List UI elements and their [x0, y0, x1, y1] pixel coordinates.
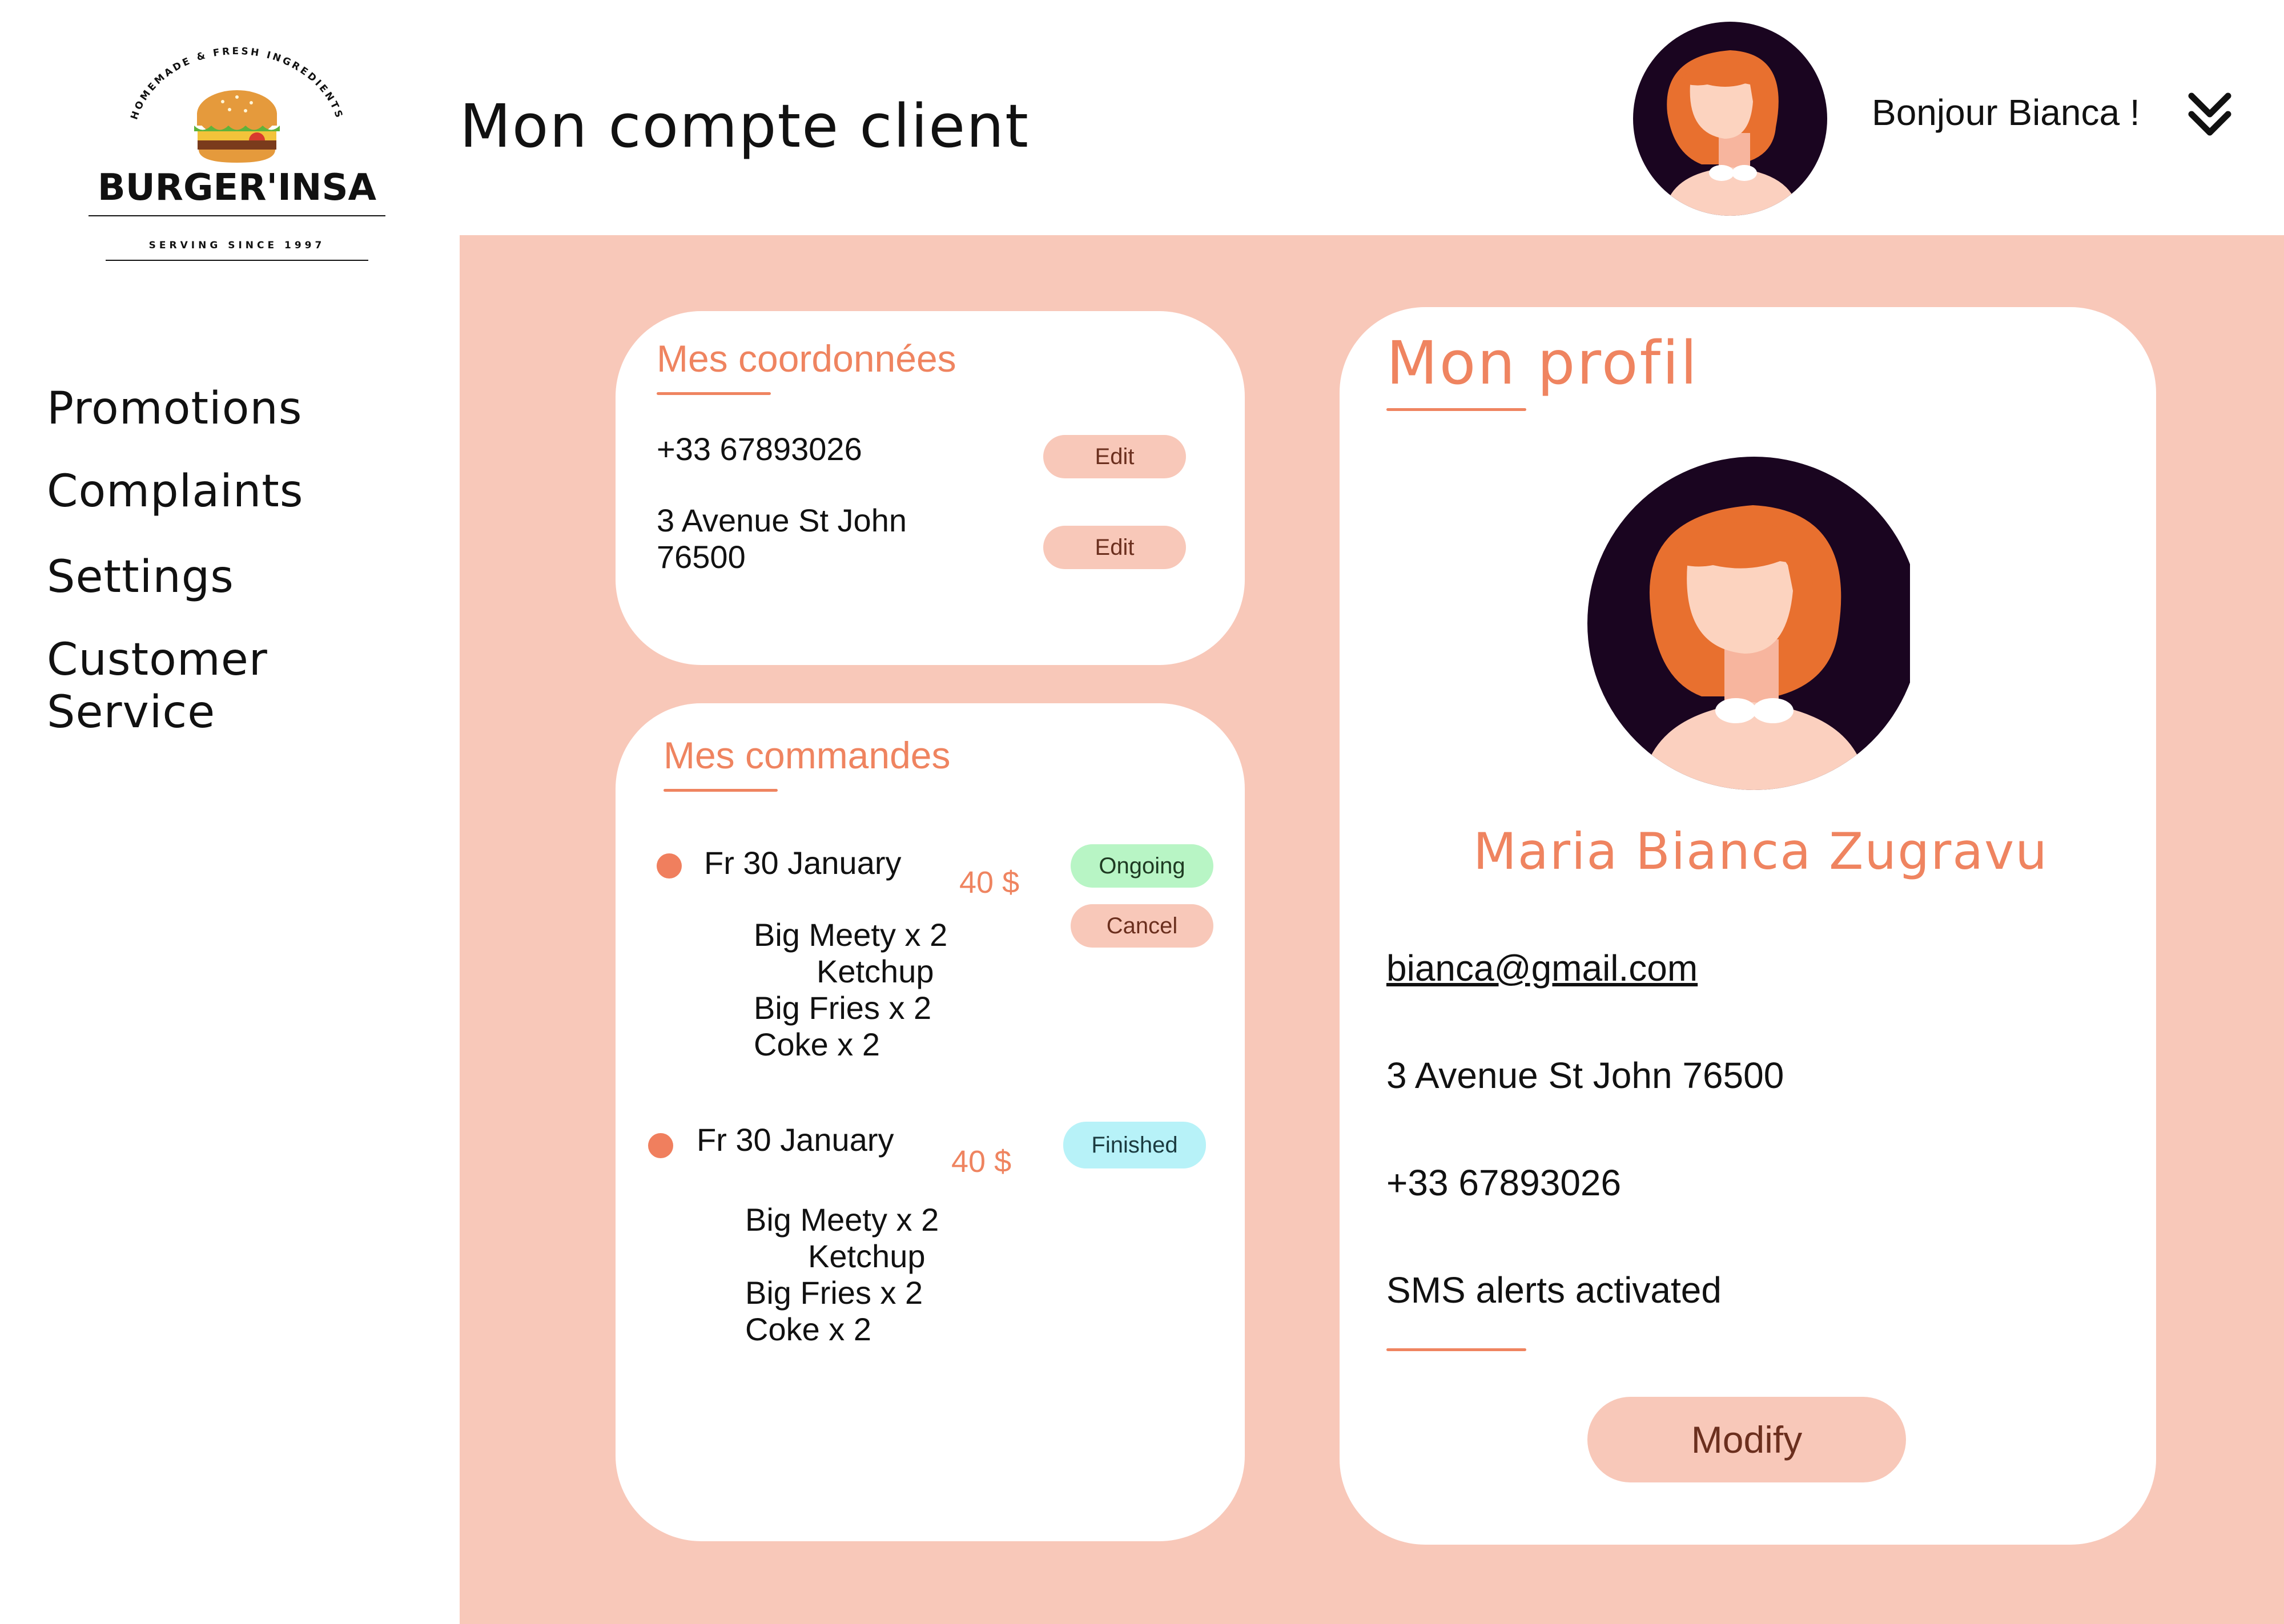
- status-badge: Finished: [1063, 1122, 1206, 1168]
- title-underline: [664, 789, 778, 792]
- order-date: Fr 30 January: [697, 1122, 894, 1158]
- status-dot-icon: [648, 1133, 673, 1158]
- address-line1: 3 Avenue St John: [657, 502, 907, 538]
- user-greeting: Bonjour Bianca !: [1872, 92, 2140, 133]
- orders-title: Mes commandes: [664, 734, 951, 776]
- profile-title: Mon profil: [1386, 328, 1699, 398]
- brand-logo[interactable]: HOMEMADE & FRESH INGREDIENTS BURGER'INSA…: [86, 34, 388, 263]
- sidebar-item-settings[interactable]: Settings: [47, 551, 367, 603]
- order-item: Coke x 2: [745, 1311, 871, 1347]
- burger-icon: [194, 90, 280, 163]
- sms-alert-status: SMS alerts activated: [1386, 1270, 1722, 1311]
- address-line2: 76500: [657, 539, 746, 575]
- order-item: Big Fries x 2: [745, 1275, 923, 1311]
- edit-phone-button[interactable]: Edit: [1043, 435, 1186, 478]
- profile-address: 3 Avenue St John 76500: [1386, 1055, 1784, 1096]
- order-item: Coke x 2: [754, 1026, 880, 1062]
- status-dot-icon: [657, 853, 682, 879]
- page-title: Mon compte client: [460, 91, 1030, 161]
- section-underline: [1386, 1348, 1526, 1351]
- order-price: 40 $: [951, 1145, 1012, 1179]
- order-item: Big Fries x 2: [754, 990, 932, 1026]
- cancel-order-button[interactable]: Cancel: [1071, 904, 1213, 948]
- order-item: Big Meety x 2: [754, 917, 948, 953]
- header-avatar[interactable]: [1633, 22, 1827, 216]
- svg-text:SERVING SINCE 1997: SERVING SINCE 1997: [149, 240, 325, 251]
- status-badge: Ongoing: [1071, 844, 1213, 888]
- double-chevron-down-icon[interactable]: [2181, 86, 2238, 143]
- profile-email-link[interactable]: bianca@gmail.com: [1386, 950, 1698, 986]
- order-date: Fr 30 January: [704, 845, 902, 881]
- edit-address-button[interactable]: Edit: [1043, 526, 1186, 569]
- svg-text:BURGER'INSA: BURGER'INSA: [98, 167, 377, 209]
- order-item: Big Meety x 2: [745, 1202, 939, 1238]
- sidebar-item-customer-service[interactable]: Customer Service: [47, 634, 367, 739]
- order-item: Ketchup: [817, 953, 934, 989]
- order-price: 40 $: [959, 865, 1020, 900]
- sidebar-item-complaints[interactable]: Complaints: [47, 465, 367, 518]
- profile-full-name: Maria Bianca Zugravu: [1473, 822, 2049, 881]
- title-underline: [1386, 408, 1526, 411]
- sidebar-item-promotions[interactable]: Promotions: [47, 382, 367, 435]
- modify-profile-button[interactable]: Modify: [1587, 1397, 1906, 1482]
- order-item: Ketchup: [808, 1238, 926, 1274]
- profile-avatar[interactable]: [1587, 457, 1910, 791]
- profile-phone: +33 67893026: [1386, 1162, 1622, 1203]
- phone-value: +33 67893026: [657, 431, 862, 467]
- title-underline: [657, 392, 771, 395]
- coordinates-title: Mes coordonnées: [657, 337, 956, 380]
